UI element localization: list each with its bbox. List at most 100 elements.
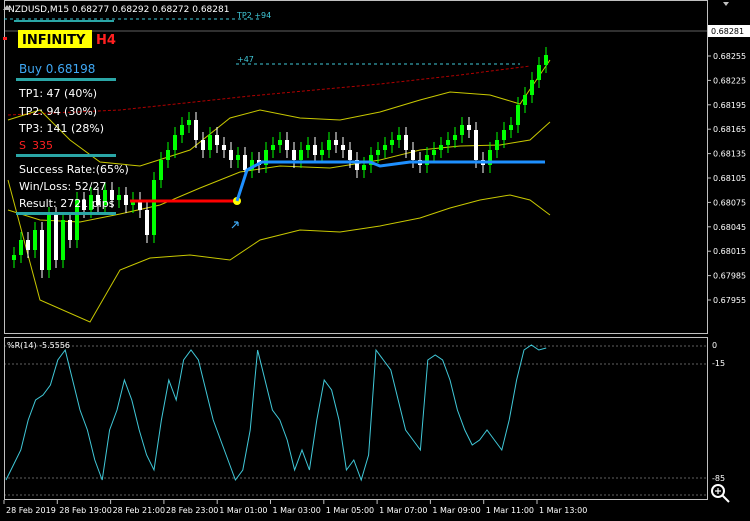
buy-label: Buy 0.68198 xyxy=(19,62,95,76)
candle-body xyxy=(411,150,415,160)
candle-body xyxy=(495,140,499,150)
badge-topline xyxy=(14,20,114,22)
stats-underline xyxy=(16,212,116,215)
time-tick: 1 Mar 01:00 xyxy=(219,506,267,515)
candle-body xyxy=(124,195,128,205)
tp3-label: TP3: 141 (28%) xyxy=(18,122,104,135)
current-price-label: 0.68281 xyxy=(711,27,744,36)
candle-body xyxy=(383,145,387,150)
candle-body xyxy=(47,215,51,270)
candle-body xyxy=(313,145,317,155)
arrow-icon xyxy=(231,221,239,229)
price-axis: 0.68255 0.68225 0.68195 0.68165 0.68135 0.681… xyxy=(707,52,746,305)
time-tick: 1 Mar 05:00 xyxy=(326,506,374,515)
wpr-line xyxy=(5,344,547,482)
candle-body xyxy=(348,150,352,160)
wpr-axis-15: -15 xyxy=(712,359,725,368)
sl-underline xyxy=(16,154,116,157)
sl-label: S 335 xyxy=(19,139,53,152)
wpr-axis-85: -85 xyxy=(712,474,725,483)
candle-body xyxy=(467,125,471,130)
badge-text: INFINITY xyxy=(22,33,86,48)
scroll-marker-icon[interactable] xyxy=(723,2,729,6)
candle-body xyxy=(229,150,233,160)
time-tick: 28 Feb 19:00 xyxy=(59,506,111,515)
signal-line xyxy=(235,160,545,202)
candle-body xyxy=(180,125,184,135)
badge-timeframe: H4 xyxy=(96,33,116,48)
chart-canvas[interactable]: 0.68255 0.68225 0.68195 0.68165 0.68135 0.681… xyxy=(0,0,750,521)
price-tick: 0.68255 xyxy=(713,52,746,61)
indicator-frame xyxy=(4,337,708,500)
red-marker xyxy=(3,37,7,40)
time-tick: 1 Mar 09:00 xyxy=(432,506,480,515)
wpr-label: %R(14) -5.5556 xyxy=(7,341,70,350)
candle-body xyxy=(236,155,240,160)
candle-body xyxy=(530,80,534,95)
candle-body xyxy=(201,140,205,150)
time-tick: 28 Feb 23:00 xyxy=(166,506,218,515)
price-tick: 0.68135 xyxy=(713,150,746,159)
candle-body xyxy=(334,140,338,145)
candle-body xyxy=(320,150,324,155)
candle-body xyxy=(516,105,520,125)
candle-body xyxy=(208,135,212,150)
candle-body xyxy=(390,140,394,145)
tp1-label: TP1: 47 (40%) xyxy=(18,87,97,100)
candle-body xyxy=(509,125,513,130)
candle-body xyxy=(61,220,65,260)
candle-body xyxy=(222,145,226,150)
candle-body xyxy=(187,120,191,125)
candle-body xyxy=(397,135,401,140)
tp2-level-label: TP2 +94 xyxy=(236,11,271,20)
candle-body xyxy=(523,95,527,105)
candle-body xyxy=(446,140,450,145)
candle-body xyxy=(327,140,331,150)
candle-body xyxy=(544,55,548,65)
time-tick: 28 Feb 21:00 xyxy=(113,506,165,515)
candle-body xyxy=(33,230,37,250)
candle-body xyxy=(54,215,58,260)
buy-underline xyxy=(16,78,116,81)
candle-body xyxy=(299,150,303,160)
candle-body xyxy=(432,150,436,155)
candle-body xyxy=(243,155,247,170)
candle-body xyxy=(40,230,44,270)
time-axis: 28 Feb 2019 28 Feb 19:00 28 Feb 21:00 28 Fe… xyxy=(3,500,587,515)
candle-body xyxy=(362,165,366,170)
candle-body xyxy=(173,135,177,150)
tp1-level-label: +47 xyxy=(237,55,254,64)
candle-body xyxy=(502,130,506,140)
price-tick: 0.68045 xyxy=(713,223,746,232)
candle-body xyxy=(376,150,380,155)
candle-body xyxy=(474,130,478,160)
zoom-icon[interactable] xyxy=(711,484,730,503)
candle-body xyxy=(159,160,163,180)
price-tick: 0.68075 xyxy=(713,198,746,207)
price-tick: 0.68165 xyxy=(713,125,746,134)
price-tick: 0.68225 xyxy=(713,76,746,85)
tp2-label: TP2: 94 (30%) xyxy=(18,105,97,118)
candle-body xyxy=(285,140,289,150)
time-tick: 1 Mar 07:00 xyxy=(379,506,427,515)
candle-body xyxy=(453,135,457,140)
candle-body xyxy=(292,150,296,160)
candle-body xyxy=(439,145,443,150)
candle-body xyxy=(68,220,72,240)
candle-body xyxy=(537,65,541,80)
candle-body xyxy=(278,140,282,145)
price-tick: 0.68015 xyxy=(713,247,746,256)
candle-body xyxy=(404,135,408,150)
candle-body xyxy=(460,125,464,135)
candle-body xyxy=(12,255,16,260)
price-tick: 0.68195 xyxy=(713,101,746,110)
time-tick: 1 Mar 13:00 xyxy=(539,506,587,515)
candle-body xyxy=(26,240,30,250)
time-tick: 1 Mar 11:00 xyxy=(486,506,534,515)
candle-body xyxy=(166,150,170,160)
candle-body xyxy=(341,145,345,150)
candle-body xyxy=(194,120,198,140)
candle-body xyxy=(306,145,310,150)
success-rate: Success Rate:(65%) xyxy=(19,163,129,176)
price-tick: 0.67985 xyxy=(713,272,746,281)
